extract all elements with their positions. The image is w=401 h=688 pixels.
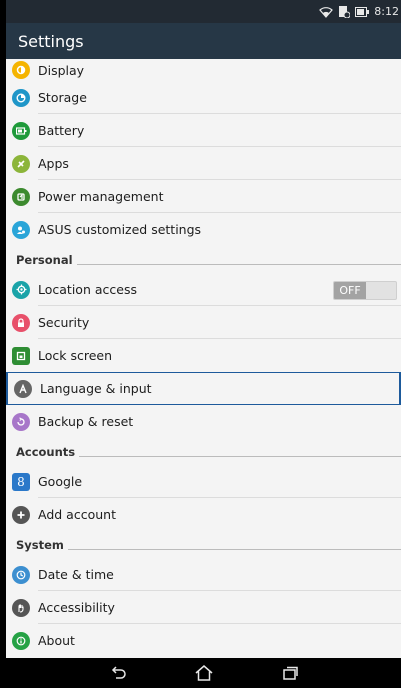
accessibility-icon xyxy=(12,598,30,617)
setting-label: Google xyxy=(38,474,83,489)
setting-label: Apps xyxy=(38,156,69,171)
storage-icon xyxy=(12,88,30,107)
about-icon xyxy=(12,631,30,650)
setting-display[interactable]: Display xyxy=(6,59,401,81)
location-icon xyxy=(12,280,30,299)
setting-security[interactable]: Security xyxy=(6,306,401,339)
back-icon[interactable] xyxy=(104,662,132,684)
setting-label: Accessibility xyxy=(38,600,115,615)
toggle-state-label: OFF xyxy=(334,282,366,299)
setting-accessibility[interactable]: Accessibility xyxy=(6,591,401,624)
settings-screen: 8:12 Settings Display Storage Battery Ap… xyxy=(6,0,401,688)
power-management-icon xyxy=(12,187,30,206)
setting-apps[interactable]: Apps xyxy=(6,147,401,180)
setting-label: ASUS customized settings xyxy=(38,222,202,237)
setting-backup-reset[interactable]: Backup & reset xyxy=(6,405,401,438)
setting-label: Location access xyxy=(38,282,137,297)
section-header-system: System xyxy=(6,531,401,558)
apps-icon xyxy=(12,154,30,173)
setting-google[interactable]: 8 Google xyxy=(6,465,401,498)
settings-list: Display Storage Battery Apps Power manag… xyxy=(6,59,401,658)
battery-icon xyxy=(12,121,30,140)
setting-location-access[interactable]: Location access OFF xyxy=(6,273,401,306)
status-time: 8:12 xyxy=(374,5,399,18)
setting-label: Language & input xyxy=(40,381,152,396)
recent-apps-icon[interactable] xyxy=(276,662,304,684)
setting-label: Add account xyxy=(38,507,116,522)
setting-asus-customized[interactable]: ASUS customized settings xyxy=(6,213,401,246)
setting-label: Lock screen xyxy=(38,348,113,363)
setting-about[interactable]: About xyxy=(6,624,401,657)
setting-add-account[interactable]: Add account xyxy=(6,498,401,531)
setting-label: Backup & reset xyxy=(38,414,134,429)
setting-label: Battery xyxy=(38,123,85,138)
battery-status-icon xyxy=(355,5,370,19)
display-icon xyxy=(12,61,30,79)
wifi-icon xyxy=(319,5,334,19)
setting-date-time[interactable]: Date & time xyxy=(6,558,401,591)
setting-label: Display xyxy=(38,62,85,78)
status-bar: 8:12 xyxy=(6,0,401,23)
date-time-icon xyxy=(12,565,30,584)
section-header-personal: Personal xyxy=(6,246,401,273)
setting-label: Date & time xyxy=(38,567,114,582)
setting-power-management[interactable]: Power management xyxy=(6,180,401,213)
add-account-icon xyxy=(12,505,30,524)
setting-storage[interactable]: Storage xyxy=(6,81,401,114)
page-title: Settings xyxy=(18,31,84,51)
setting-label: About xyxy=(38,633,75,648)
language-icon xyxy=(14,379,32,398)
setting-battery[interactable]: Battery xyxy=(6,114,401,147)
security-icon xyxy=(12,313,30,332)
backup-icon xyxy=(12,412,30,431)
navigation-bar xyxy=(6,658,401,688)
setting-label: Power management xyxy=(38,189,164,204)
app-bar: Settings xyxy=(6,23,401,59)
location-access-toggle[interactable]: OFF xyxy=(333,281,397,300)
setting-label: Storage xyxy=(38,90,87,105)
setting-language-input[interactable]: Language & input xyxy=(6,372,401,405)
signal-icon xyxy=(338,5,351,19)
setting-label: Security xyxy=(38,315,90,330)
lock-screen-icon xyxy=(12,346,30,365)
google-icon: 8 xyxy=(12,472,30,491)
home-icon[interactable] xyxy=(190,662,218,684)
setting-lock-screen[interactable]: Lock screen xyxy=(6,339,401,372)
asus-customized-icon xyxy=(12,220,30,239)
section-header-accounts: Accounts xyxy=(6,438,401,465)
